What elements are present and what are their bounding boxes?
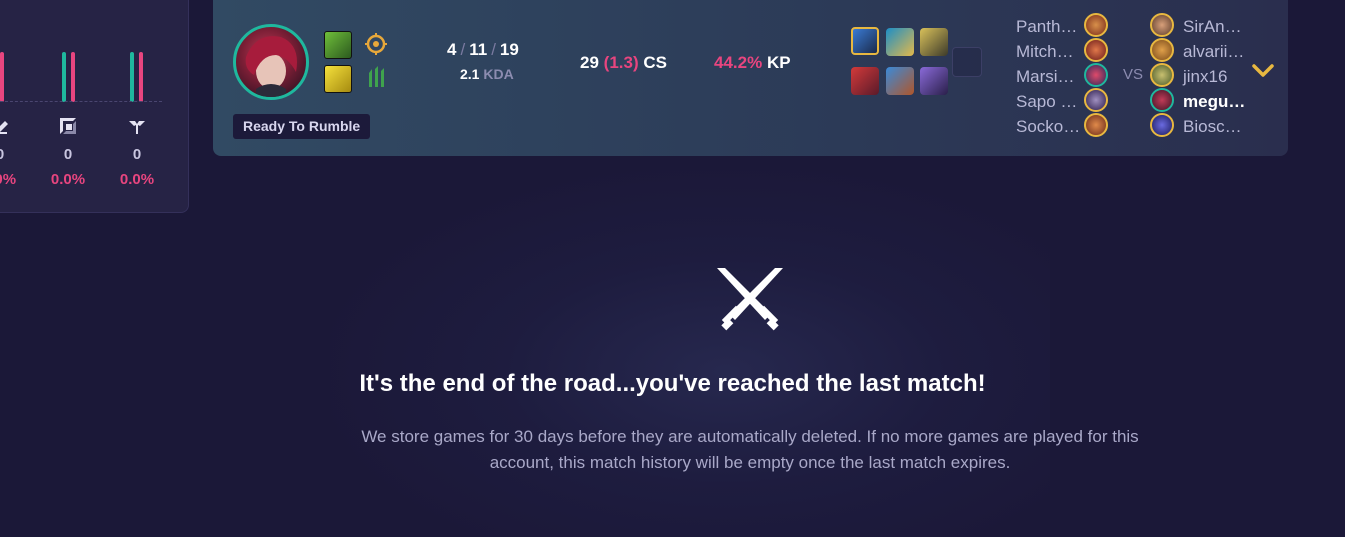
- kill-participation: 44.2% KP: [714, 53, 791, 73]
- role-bar-win: [130, 52, 134, 102]
- item-icon[interactable]: [886, 28, 914, 56]
- role-count: 0: [63, 146, 73, 163]
- creep-score: 29 (1.3) CS: [580, 53, 667, 73]
- role-percent: 0.0%: [0, 171, 17, 188]
- player-name[interactable]: Sapo …: [1016, 92, 1077, 112]
- champion-icon[interactable]: [1084, 13, 1108, 37]
- top-lane-icon[interactable]: [58, 116, 78, 136]
- role-count: 0: [132, 146, 142, 163]
- end-of-history-title: It's the end of the road...you've reache…: [359, 370, 986, 397]
- player-name[interactable]: Mitch…: [1016, 42, 1074, 62]
- mid-lane-icon[interactable]: [0, 116, 12, 136]
- role-percent: 0.0%: [119, 171, 155, 188]
- item-icon[interactable]: [886, 67, 914, 95]
- chevron-down-icon[interactable]: [1252, 63, 1274, 79]
- item-icon[interactable]: [920, 28, 948, 56]
- role-stats-panel: 0 0 0 0.0% 0.0% 0.0%: [0, 0, 189, 213]
- item-icon[interactable]: [851, 27, 879, 55]
- player-name[interactable]: Panth…: [1016, 17, 1077, 37]
- champion-icon[interactable]: [1084, 113, 1108, 137]
- player-name[interactable]: SirAn…: [1183, 17, 1242, 37]
- kda-ratio-label: KDA: [483, 66, 514, 82]
- item-icon[interactable]: [851, 67, 879, 95]
- kp-label: KP: [766, 53, 791, 72]
- player-name[interactable]: jinx16: [1183, 67, 1227, 87]
- cs-per-min: (1.3): [603, 53, 639, 72]
- performance-badge: Ready To Rumble: [233, 114, 371, 139]
- role-bar-win: [62, 52, 66, 102]
- background-art: [330, 170, 1050, 537]
- end-of-history-description: We store games for 30 days before they a…: [361, 427, 1139, 472]
- player-name[interactable]: Marsi…: [1016, 67, 1075, 87]
- role-percent: 0.0%: [50, 171, 86, 188]
- champion-portrait-icon[interactable]: [233, 24, 309, 100]
- chart-baseline: [0, 101, 162, 102]
- kda-ratio: 2.1 KDA: [460, 66, 514, 82]
- match-card[interactable]: Ready To Rumble 4/11/19 2.1 KDA 29 (1.3)…: [213, 0, 1288, 156]
- role-bar-loss: [0, 52, 4, 102]
- player-name[interactable]: Socko…: [1016, 117, 1080, 137]
- champion-icon[interactable]: [1150, 13, 1174, 37]
- role-bar-loss: [71, 52, 75, 102]
- role-count: 0: [0, 146, 20, 163]
- secondary-rune-icon[interactable]: [365, 65, 389, 89]
- player-name[interactable]: Biosc…: [1183, 117, 1242, 137]
- player-name-self[interactable]: megu…: [1183, 92, 1245, 112]
- champion-icon[interactable]: [1150, 88, 1174, 112]
- champion-icon[interactable]: [1084, 88, 1108, 112]
- spell-icon[interactable]: [324, 65, 352, 93]
- assists: 19: [499, 40, 519, 59]
- cs-label: CS: [643, 53, 667, 72]
- spell-icon[interactable]: [324, 31, 352, 59]
- kda-separator: /: [460, 40, 466, 59]
- kda-ratio-value: 2.1: [460, 66, 480, 82]
- deaths: 11: [469, 40, 488, 59]
- keystone-rune-icon[interactable]: [364, 32, 388, 56]
- support-lane-icon[interactable]: [127, 116, 147, 136]
- champion-icon[interactable]: [1084, 38, 1108, 62]
- champion-icon[interactable]: [1150, 113, 1174, 137]
- versus-label: VS: [1123, 66, 1144, 83]
- kp-value: 44.2%: [714, 53, 763, 72]
- kda-separator: /: [491, 40, 496, 59]
- role-bar-loss: [139, 52, 143, 102]
- player-name[interactable]: alvarii…: [1183, 42, 1244, 62]
- item-icon[interactable]: [920, 67, 948, 95]
- crossed-swords-icon: [717, 268, 783, 331]
- ward-slot-icon[interactable]: [952, 47, 982, 77]
- champion-icon[interactable]: [1084, 63, 1108, 87]
- kda-score: 4/11/19: [447, 40, 519, 60]
- champion-icon[interactable]: [1150, 38, 1174, 62]
- cs-value: 29: [580, 53, 599, 72]
- champion-icon[interactable]: [1150, 63, 1174, 87]
